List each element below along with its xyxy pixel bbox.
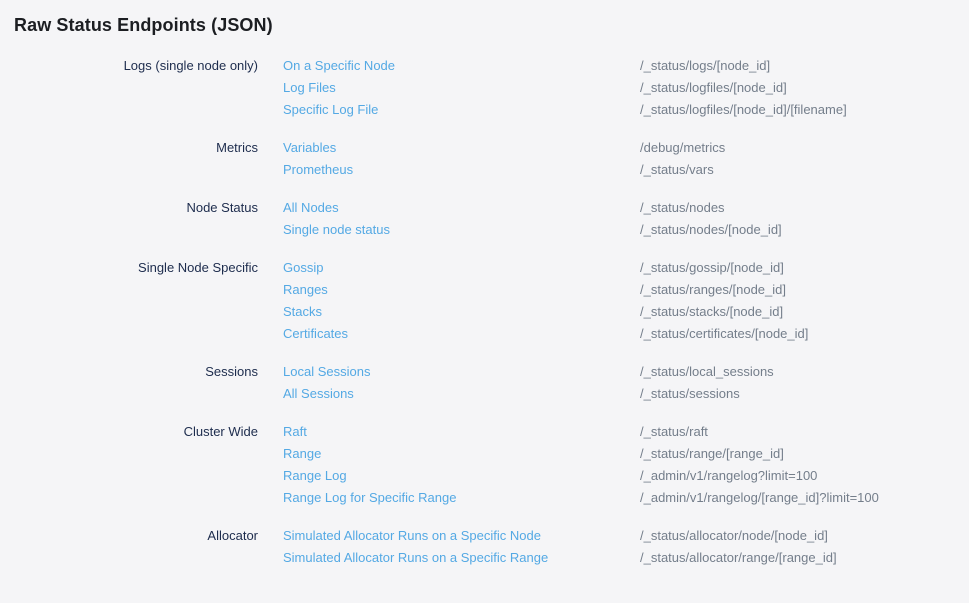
- endpoint-lines: Raft /_status/raft Range /_status/range/[ra…: [283, 421, 955, 509]
- endpoint-link[interactable]: Simulated Allocator Runs on a Specific R…: [283, 547, 548, 569]
- endpoint-section: Logs (single node only) On a Specific Nod…: [14, 55, 955, 121]
- endpoint-row: Ranges /_status/ranges/[node_id]: [283, 279, 955, 301]
- endpoint-row: Range Log for Specific Range /_admin/v1/r…: [283, 487, 955, 509]
- category-label: Metrics: [14, 137, 258, 181]
- endpoint-section: Sessions Local Sessions /_status/local_ses…: [14, 361, 955, 405]
- category-label: Sessions: [14, 361, 258, 405]
- endpoint-link[interactable]: All Nodes: [283, 197, 339, 219]
- endpoint-link[interactable]: Log Files: [283, 77, 336, 99]
- endpoint-lines: Simulated Allocator Runs on a Specific N…: [283, 525, 955, 569]
- endpoint-url: /_status/vars: [640, 159, 955, 181]
- category-label: Node Status: [14, 197, 258, 241]
- endpoint-row: Raft /_status/raft: [283, 421, 955, 443]
- category-label: Cluster Wide: [14, 421, 258, 509]
- endpoint-row: Log Files /_status/logfiles/[node_id]: [283, 77, 955, 99]
- debug-endpoints-page: Raw Status Endpoints (JSON) Logs (single…: [0, 0, 969, 569]
- endpoint-link[interactable]: Gossip: [283, 257, 323, 279]
- endpoint-url: /_admin/v1/rangelog?limit=100: [640, 465, 955, 487]
- endpoint-lines: On a Specific Node /_status/logs/[node_id…: [283, 55, 955, 121]
- endpoint-url: /_status/stacks/[node_id]: [640, 301, 955, 323]
- endpoint-row: Range Log /_admin/v1/rangelog?limit=100: [283, 465, 955, 487]
- endpoint-link[interactable]: Stacks: [283, 301, 322, 323]
- endpoint-link[interactable]: Local Sessions: [283, 361, 370, 383]
- endpoint-section: Cluster Wide Raft /_status/raft Range /_stat…: [14, 421, 955, 509]
- endpoint-link[interactable]: Range Log: [283, 465, 347, 487]
- endpoint-url: /_status/local_sessions: [640, 361, 955, 383]
- endpoint-row: Simulated Allocator Runs on a Specific N…: [283, 525, 955, 547]
- page-title: Raw Status Endpoints (JSON): [14, 13, 955, 37]
- endpoint-row: Single node status /_status/nodes/[node_i…: [283, 219, 955, 241]
- endpoint-row: Prometheus /_status/vars: [283, 159, 955, 181]
- endpoint-row: Variables/debug/metrics: [283, 137, 955, 159]
- endpoint-url: /debug/metrics: [640, 137, 955, 159]
- endpoint-row: Range /_status/range/[range_id]: [283, 443, 955, 465]
- endpoint-link[interactable]: Specific Log File: [283, 99, 378, 121]
- endpoint-link[interactable]: Variables: [283, 137, 336, 159]
- endpoint-section: MetricsVariables/debug/metricsPrometheus…: [14, 137, 955, 181]
- endpoint-url: /_status/logfiles/[node_id]: [640, 77, 955, 99]
- endpoint-url: /_status/gossip/[node_id]: [640, 257, 955, 279]
- endpoint-link[interactable]: Prometheus: [283, 159, 353, 181]
- endpoint-lines: Variables/debug/metricsPrometheus/_statu…: [283, 137, 955, 181]
- endpoint-lines: All Nodes/_status/nodesSingle node statu…: [283, 197, 955, 241]
- endpoint-row: All Nodes /_status/nodes: [283, 197, 955, 219]
- endpoint-section: Node StatusAll Nodes/_status/nodesSingle…: [14, 197, 955, 241]
- endpoint-link[interactable]: On a Specific Node: [283, 55, 395, 77]
- endpoint-lines: Local Sessions/_status/local_sessionsAll…: [283, 361, 955, 405]
- endpoint-link[interactable]: All Sessions: [283, 383, 354, 405]
- endpoint-url: /_status/nodes: [640, 197, 955, 219]
- endpoint-row: Stacks /_status/stacks/[node_id]: [283, 301, 955, 323]
- endpoint-row: Specific Log File /_status/logfiles/[node…: [283, 99, 955, 121]
- endpoint-link[interactable]: Single node status: [283, 219, 390, 241]
- endpoint-url: /_status/sessions: [640, 383, 955, 405]
- endpoint-url: /_status/logfiles/[node_id]/[filename]: [640, 99, 955, 121]
- endpoint-row: Certificates /_status/certificates/[node_…: [283, 323, 955, 345]
- endpoint-url: /_status/ranges/[node_id]: [640, 279, 955, 301]
- category-label: Single Node Specific: [14, 257, 258, 345]
- endpoint-url: /_status/logs/[node_id]: [640, 55, 955, 77]
- endpoint-link[interactable]: Certificates: [283, 323, 348, 345]
- endpoint-row: All Sessions /_status/sessions: [283, 383, 955, 405]
- category-label: Allocator: [14, 525, 258, 569]
- endpoint-section: Single Node Specific Gossip /_status/gossi…: [14, 257, 955, 345]
- endpoint-link[interactable]: Raft: [283, 421, 307, 443]
- endpoint-url: /_admin/v1/rangelog/[range_id]?limit=100: [640, 487, 955, 509]
- endpoint-lines: Gossip /_status/gossip/[node_id] Ranges /_s…: [283, 257, 955, 345]
- endpoint-url: /_status/range/[range_id]: [640, 443, 955, 465]
- endpoint-row: Local Sessions /_status/local_sessions: [283, 361, 955, 383]
- endpoint-row: Simulated Allocator Runs on a Specific R…: [283, 547, 955, 569]
- endpoint-url: /_status/nodes/[node_id]: [640, 219, 955, 241]
- endpoint-link[interactable]: Range Log for Specific Range: [283, 487, 456, 509]
- endpoint-row: Gossip /_status/gossip/[node_id]: [283, 257, 955, 279]
- endpoint-section: Allocator Simulated Allocator Runs on a S…: [14, 525, 955, 569]
- endpoint-url: /_status/raft: [640, 421, 955, 443]
- endpoint-url: /_status/allocator/node/[node_id]: [640, 525, 955, 547]
- endpoint-url: /_status/allocator/range/[range_id]: [640, 547, 955, 569]
- endpoint-link[interactable]: Range: [283, 443, 321, 465]
- endpoint-link[interactable]: Simulated Allocator Runs on a Specific N…: [283, 525, 541, 547]
- endpoint-link[interactable]: Ranges: [283, 279, 328, 301]
- endpoints-table: Logs (single node only) On a Specific Nod…: [14, 55, 955, 569]
- category-label: Logs (single node only): [14, 55, 258, 121]
- endpoint-url: /_status/certificates/[node_id]: [640, 323, 955, 345]
- endpoint-row: On a Specific Node /_status/logs/[node_id…: [283, 55, 955, 77]
